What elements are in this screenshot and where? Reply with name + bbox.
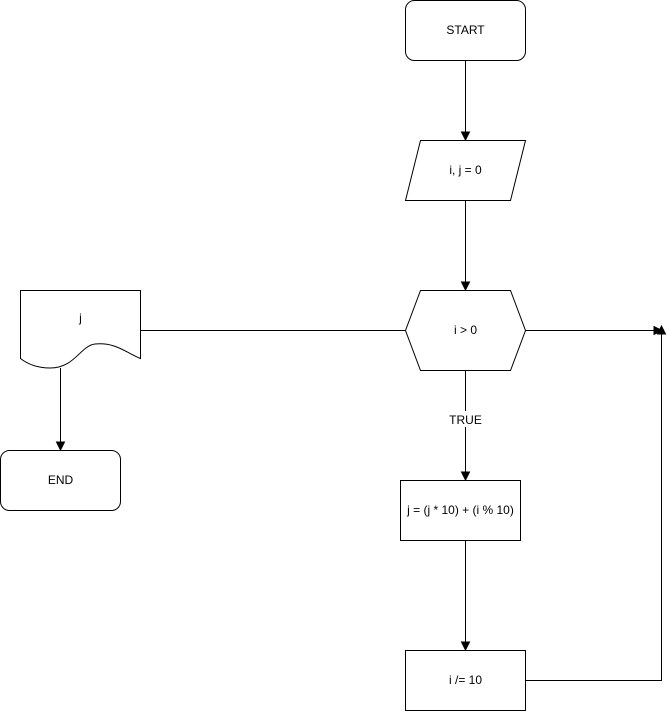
start-node[interactable]: START bbox=[405, 0, 526, 61]
output-label: j bbox=[78, 311, 82, 325]
edge-divide-loop-back bbox=[525, 324, 667, 681]
condition-node[interactable]: i > 0 bbox=[404, 290, 527, 371]
end-label: END bbox=[48, 473, 74, 487]
edge-condition-true-to-compute: TRUE bbox=[445, 370, 486, 482]
divide-label: i /= 10 bbox=[449, 673, 482, 687]
divide-node[interactable]: i /= 10 bbox=[405, 650, 526, 711]
output-node[interactable]: j bbox=[20, 290, 141, 369]
arrowhead bbox=[460, 471, 471, 482]
flowchart-diagram: START i, j = 0 i > 0 TRUE j = (j * 10) +… bbox=[0, 0, 667, 711]
init-node[interactable]: i, j = 0 bbox=[404, 140, 527, 201]
init-label: i, j = 0 bbox=[449, 163, 482, 177]
output-shape bbox=[20, 290, 141, 369]
condition-label: i > 0 bbox=[454, 323, 477, 337]
arrowhead bbox=[460, 281, 471, 292]
arrowhead bbox=[460, 641, 471, 652]
compute-node[interactable]: j = (j * 10) + (i % 10) bbox=[400, 480, 521, 541]
arrowhead bbox=[460, 131, 471, 142]
edge-output-to-end bbox=[55, 368, 66, 452]
end-node[interactable]: END bbox=[0, 450, 121, 511]
true-edge-label: TRUE bbox=[449, 413, 482, 427]
start-label: START bbox=[446, 23, 485, 37]
edge-condition-right bbox=[525, 325, 664, 336]
arrowhead bbox=[55, 441, 66, 452]
compute-label: j = (j * 10) + (i % 10) bbox=[406, 503, 514, 517]
edge-start-to-init bbox=[460, 60, 471, 142]
edge-init-to-condition bbox=[460, 200, 471, 292]
edge-compute-to-divide bbox=[460, 540, 471, 652]
